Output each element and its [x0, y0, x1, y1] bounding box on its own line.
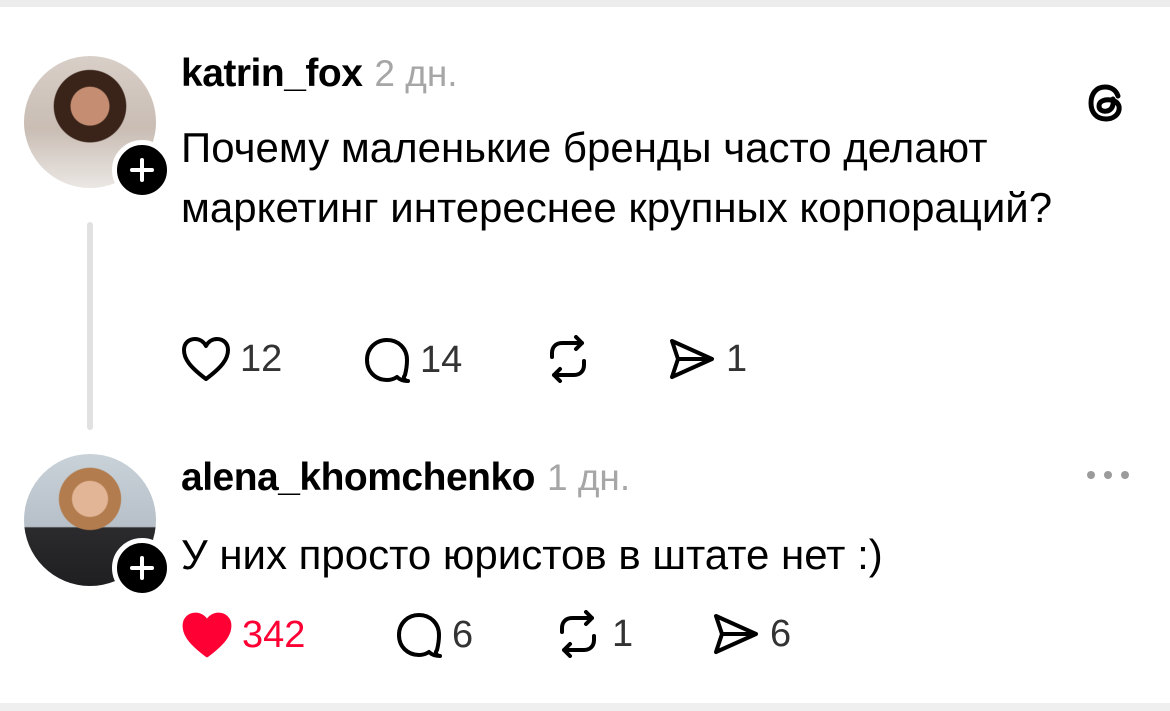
more-options-button[interactable] [1078, 460, 1138, 490]
repost-button[interactable] [542, 335, 602, 383]
reply-button[interactable]: 6 [394, 610, 473, 660]
post-text: Почему маленькие бренды часто делают мар… [181, 124, 1053, 231]
repost-icon [560, 610, 596, 658]
reply-count: 14 [420, 338, 463, 381]
post-alena: alena_khomchenko 1 дн. У них просто юрис… [0, 440, 1170, 703]
post-header: alena_khomchenko 1 дн. [181, 456, 630, 500]
thread-connector-line [87, 222, 93, 430]
share-icon [670, 339, 714, 379]
timestamp: 1 дн. [546, 457, 631, 498]
share-count: 1 [726, 337, 748, 380]
post-header: katrin_fox 2 дн. [181, 52, 458, 96]
like-button[interactable]: 12 [180, 335, 282, 383]
comment-icon [397, 613, 442, 658]
like-button[interactable]: 342 [180, 610, 305, 660]
repost-icon [550, 335, 586, 383]
share-count: 6 [770, 612, 792, 655]
more-icon-dot [1104, 471, 1112, 479]
author-avatar-container[interactable] [24, 454, 172, 598]
more-icon-dot [1087, 471, 1095, 479]
follow-plus-icon[interactable] [112, 538, 172, 598]
repost-button[interactable]: 1 [552, 610, 633, 658]
timestamp: 2 дн. [374, 53, 458, 94]
author-avatar-container[interactable] [24, 56, 172, 200]
post-text: У них просто юристов в штате нет :) [181, 531, 883, 578]
share-button[interactable]: 1 [666, 335, 747, 383]
comment-icon [365, 338, 410, 383]
like-count: 12 [240, 337, 283, 380]
username[interactable]: katrin_fox [181, 52, 363, 96]
share-icon [714, 614, 758, 654]
bottom-divider [0, 703, 1170, 711]
like-count: 342 [242, 613, 306, 656]
heart-icon [182, 612, 232, 658]
heart-icon [182, 337, 230, 381]
post-katrin: katrin_fox 2 дн. Почему маленькие бренды… [0, 0, 1170, 440]
repost-count: 1 [612, 612, 634, 655]
follow-plus-icon[interactable] [112, 140, 172, 200]
reply-button[interactable]: 14 [362, 335, 462, 385]
more-icon-dot [1121, 471, 1129, 479]
reply-count: 6 [452, 613, 474, 656]
username[interactable]: alena_khomchenko [181, 456, 535, 500]
share-button[interactable]: 6 [710, 610, 791, 658]
